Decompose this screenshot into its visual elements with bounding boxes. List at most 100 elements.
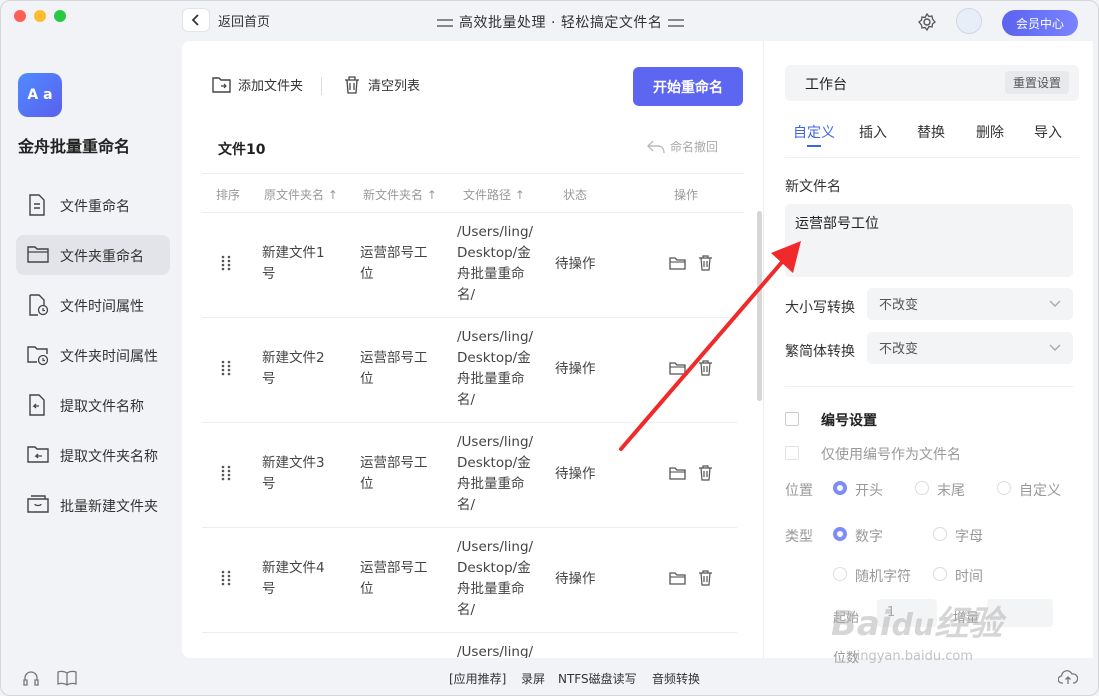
path-cell: /Users/ling/Desktop/金 舟批量重命 名/	[457, 432, 533, 516]
drag-handle-icon[interactable]	[221, 465, 231, 481]
case-value: 不改变	[879, 298, 919, 313]
open-folder-icon[interactable]	[669, 466, 687, 481]
workbench-header: 工作台 重置设置	[785, 65, 1079, 101]
delete-icon[interactable]	[698, 465, 713, 481]
type-letter-radio[interactable]	[933, 527, 947, 541]
book-icon[interactable]	[57, 670, 77, 686]
sidebar-item-file-rename[interactable]: 文件重命名	[16, 185, 170, 225]
column-header-original[interactable]: 原文件夹名 ↑	[264, 186, 338, 203]
cell-line: /Users/ling/	[457, 539, 534, 555]
cell-line: 运营部号工	[360, 560, 428, 576]
case-select[interactable]: 不改变	[867, 288, 1073, 320]
tab-import[interactable]: 导入	[1034, 122, 1062, 142]
cell-line: Desktop/金	[457, 455, 531, 471]
zoom-window-button[interactable]	[54, 10, 66, 22]
sidebar-item-folder-rename[interactable]: 文件夹重命名	[16, 235, 170, 275]
app-logo-icon: A a	[18, 73, 62, 117]
cloud-upload-icon[interactable]	[1058, 669, 1078, 685]
cell-line: 位	[360, 371, 374, 387]
headset-icon[interactable]	[22, 669, 40, 687]
back-button[interactable]	[182, 8, 210, 32]
folder-clock-icon	[27, 346, 49, 366]
file-list-panel: 添加文件夹 清空列表 开始重命名 文件10 命名撤回 排序 原文件夹名 ↑ 新文…	[182, 41, 763, 658]
cell-line: 运营部号工	[360, 455, 428, 471]
position-option-label: 开头	[855, 483, 883, 499]
drag-handle-icon[interactable]	[221, 255, 231, 271]
screen-record-link[interactable]: 录屏	[521, 670, 545, 687]
number-settings-checkbox[interactable]	[785, 412, 799, 426]
sidebar-item-batch-new-folder[interactable]: 批量新建文件夹	[16, 485, 170, 525]
new-name-cell: 运营部号工位	[360, 558, 428, 600]
add-folder-button[interactable]: 添加文件夹	[212, 75, 303, 94]
cell-line: 新建文件1	[262, 245, 325, 261]
status-cell: 待操作	[555, 571, 596, 587]
ntfs-link[interactable]: NTFS磁盘读写	[558, 670, 637, 687]
drag-handle-icon[interactable]	[221, 360, 231, 376]
new-name-cell: 运营部号工位	[360, 453, 428, 495]
tab-insert[interactable]: 插入	[859, 122, 887, 142]
folder-add-icon	[212, 76, 231, 93]
close-window-button[interactable]	[14, 10, 26, 22]
title-bar: 返回首页 高效批量处理 · 轻松搞定文件名 会员中心	[1, 1, 1098, 41]
sidebar-item-extract-file-names[interactable]: 提取文件名称	[16, 385, 170, 425]
minimize-window-button[interactable]	[34, 10, 46, 22]
sidebar-item-file-time[interactable]: 文件时间属性	[16, 285, 170, 325]
reset-settings-button[interactable]: 重置设置	[1004, 71, 1069, 94]
file-icon	[29, 194, 45, 216]
cell-line: /Users/ling/	[457, 644, 534, 658]
column-header-path[interactable]: 文件路径 ↑	[463, 186, 525, 203]
toolbar-divider	[321, 77, 322, 95]
gear-icon[interactable]	[917, 12, 937, 32]
open-folder-icon[interactable]	[669, 571, 687, 586]
sidebar-item-folder-time[interactable]: 文件夹时间属性	[16, 335, 170, 375]
cell-line: 运营部号工	[360, 350, 428, 366]
column-header-sort: 排序	[216, 188, 241, 202]
sidebar-item-extract-folder-names[interactable]: 提取文件夹名称	[16, 435, 170, 475]
table-row[interactable]: 新建文件4 号 运营部号工位/Users/ling/Desktop/金 舟批量重命 名/…	[202, 528, 737, 633]
position-custom-radio[interactable]	[997, 481, 1011, 495]
table-row[interactable]: 新建文件2 号 运营部号工位/Users/ling/Desktop/金 舟批量重命 名/…	[202, 318, 737, 423]
avatar[interactable]	[956, 8, 982, 34]
new-name-input[interactable]: 运营部号工位	[785, 204, 1073, 277]
audio-convert-link[interactable]: 音频转换	[652, 670, 700, 687]
delete-icon[interactable]	[698, 360, 713, 376]
list-scrollbar[interactable]	[757, 211, 762, 401]
table-row[interactable]: 新建文件3 号 运营部号工位/Users/ling/Desktop/金 舟批量重命 名/…	[202, 423, 737, 528]
type-time-radio[interactable]	[933, 567, 947, 581]
folder-icon	[27, 246, 49, 263]
open-folder-icon[interactable]	[669, 361, 687, 376]
cell-line: Desktop/金	[457, 245, 531, 261]
start-rename-button[interactable]: 开始重命名	[633, 67, 743, 106]
case-label: 大小写转换	[785, 300, 855, 316]
back-home-link[interactable]: 返回首页	[218, 11, 270, 30]
only-number-checkbox[interactable]	[785, 446, 799, 460]
app-recommend-link[interactable]: [应用推荐]	[449, 670, 506, 687]
only-number-label: 仅使用编号作为文件名	[821, 447, 961, 463]
drag-handle-icon[interactable]	[221, 570, 231, 586]
tab-delete[interactable]: 删除	[976, 122, 1004, 142]
column-header-new[interactable]: 新文件夹名 ↑	[363, 186, 437, 203]
table-row[interactable]: /Users/ling/	[202, 633, 737, 658]
tab-replace[interactable]: 替换	[917, 122, 945, 142]
vip-center-button[interactable]: 会员中心	[1002, 10, 1078, 36]
path-cell: /Users/ling/Desktop/金 舟批量重命 名/	[457, 327, 533, 411]
tab-custom[interactable]: 自定义	[793, 122, 835, 142]
open-folder-icon[interactable]	[669, 256, 687, 271]
trad-simplified-value: 不改变	[879, 342, 919, 357]
delete-icon[interactable]	[698, 255, 713, 271]
position-label: 位置	[785, 483, 813, 499]
type-number-radio[interactable]	[833, 527, 847, 541]
position-start-radio[interactable]	[833, 481, 847, 495]
position-option-label: 末尾	[937, 483, 965, 499]
undo-rename-button[interactable]: 命名撤回	[646, 138, 718, 155]
clear-list-button[interactable]: 清空列表	[344, 75, 420, 94]
type-random-radio[interactable]	[833, 567, 847, 581]
cell-line: 舟批量重命	[457, 581, 525, 597]
position-end-radio[interactable]	[915, 481, 929, 495]
sidebar-item-label: 提取文件夹名称	[60, 449, 158, 465]
cell-line: 号	[262, 371, 276, 387]
trad-simplified-select[interactable]: 不改变	[867, 332, 1073, 364]
table-row[interactable]: 新建文件1 号 运营部号工位/Users/ling/Desktop/金 舟批量重命 名/…	[202, 213, 737, 318]
delete-icon[interactable]	[698, 570, 713, 586]
status-cell: 待操作	[555, 361, 596, 377]
